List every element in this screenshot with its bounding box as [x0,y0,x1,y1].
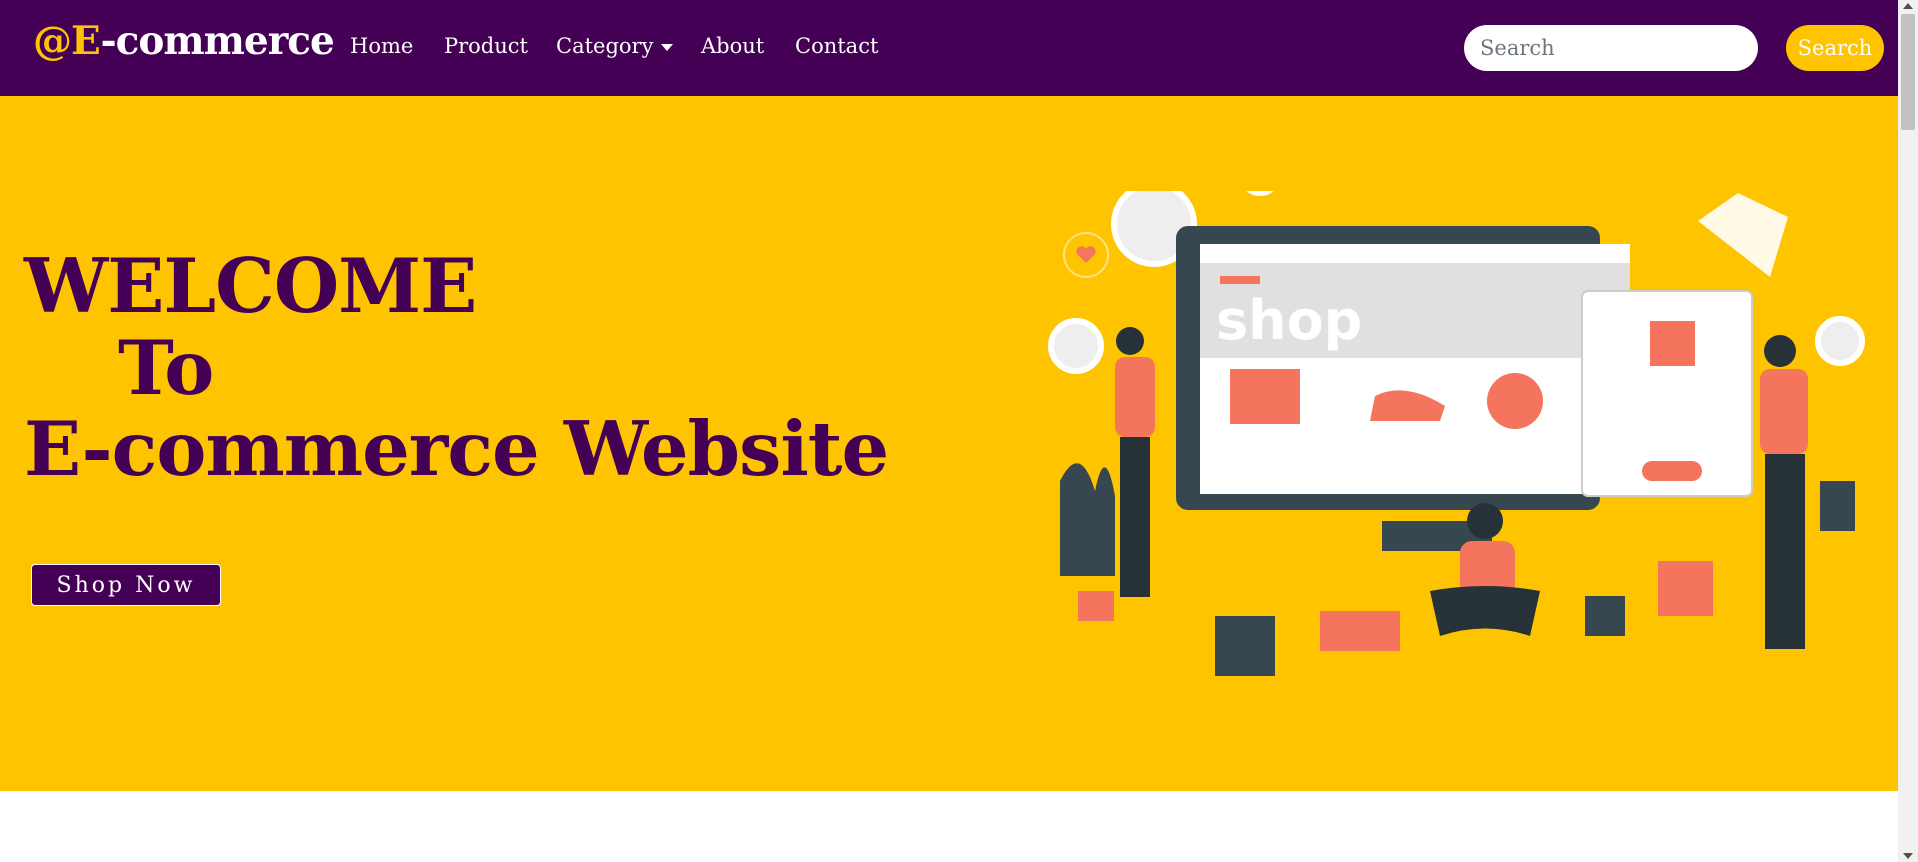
online-shopping-illustration: shop [1048,191,1865,676]
brand-logo[interactable]: @E-commerce [33,18,335,64]
nav-contact[interactable]: Contact [795,34,878,58]
cap-icon [1487,373,1543,429]
nav-about[interactable]: About [701,34,764,58]
nav-category[interactable]: Category [556,34,674,58]
nav-product[interactable]: Product [444,34,528,58]
scroll-up-icon[interactable] [1903,3,1913,9]
page-body [0,791,1898,862]
coin-icon [1048,318,1104,374]
bag-icon [1585,596,1625,636]
hero-site-name: E-commerce Website [24,405,889,493]
woman-left-icon [1116,327,1144,355]
gift-icon [1658,561,1713,616]
nav-category-label: Category [556,34,654,58]
basket-icon [1320,611,1400,651]
coin-icon [1246,191,1274,196]
shop-screen-text: shop [1216,289,1362,352]
man-sitting-icon [1467,503,1503,539]
coin-icon [1815,316,1865,366]
scroll-down-icon[interactable] [1903,853,1913,859]
vertical-scrollbar[interactable] [1898,0,1918,862]
navbar: @E-commerce Home Product Category About … [0,0,1898,96]
nav-home[interactable]: Home [350,34,413,58]
hero-to: To [118,324,214,412]
tshirt-icon [1230,369,1300,424]
plant-icon [1060,463,1115,576]
woman-right-icon [1764,335,1796,367]
caret-down-icon [661,44,674,51]
search-button[interactable]: Search [1786,25,1884,71]
brand-suffix: -commerce [100,18,334,64]
hero-banner: WELCOME To E-commerce Website Shop Now s… [0,96,1898,791]
brand-prefix: @E [33,18,101,64]
heart-icon [1076,246,1096,263]
bag-icon [1215,616,1275,676]
cart-icon [1650,321,1695,366]
hero-welcome: WELCOME [24,242,477,330]
scroll-thumb[interactable] [1901,14,1915,130]
shop-now-button[interactable]: Shop Now [31,564,221,606]
price-tag-icon [1698,193,1788,277]
search-input[interactable] [1464,25,1758,71]
